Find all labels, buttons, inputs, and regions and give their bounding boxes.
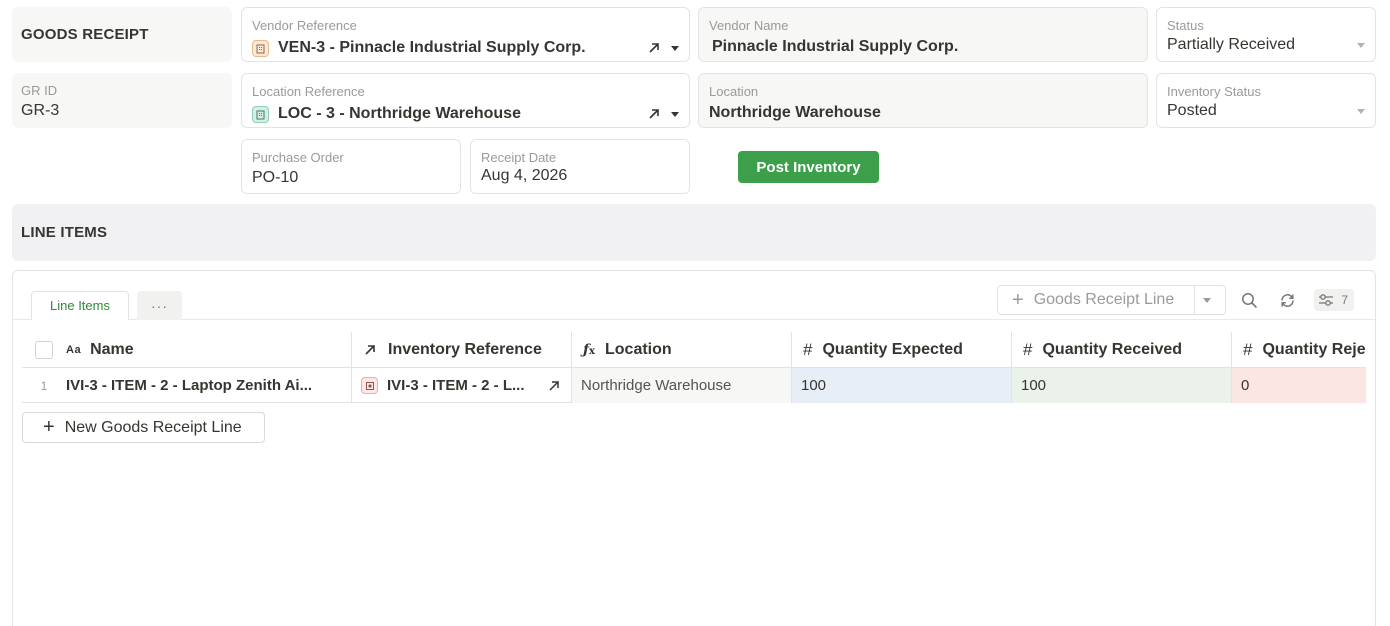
cell-location: Northridge Warehouse [572, 368, 792, 403]
refresh-icon[interactable] [1276, 289, 1298, 311]
gr-id-label: GR ID [21, 83, 58, 98]
gr-id-value: GR-3 [21, 102, 60, 119]
status-value: Partially Received [1167, 36, 1296, 53]
column-header-label: Inventory Reference [388, 341, 542, 358]
gr-id-field: GR ID GR-3 [12, 73, 232, 128]
relation-type-icon [365, 345, 375, 355]
chevron-down-icon[interactable] [1357, 43, 1365, 48]
column-header-quantity-received[interactable]: # Quantity Received [1012, 332, 1232, 368]
cell-quantity-expected[interactable]: 100 [792, 368, 1012, 403]
column-header-quantity-expected[interactable]: # Quantity Expected [792, 332, 1012, 368]
vendor-reference-field[interactable]: Vendor Reference VEN-3 - Pinnacle Indust… [241, 7, 690, 62]
tab-strip-divider [13, 319, 1375, 320]
location-value: Northridge Warehouse [709, 104, 881, 121]
sliders-icon [1319, 294, 1333, 306]
open-link-icon[interactable] [647, 41, 661, 55]
column-header-quantity-rejected[interactable]: # Quantity Reje [1232, 332, 1366, 368]
column-header-inventory-reference[interactable]: Inventory Reference [352, 332, 572, 368]
location-cell-value: Northridge Warehouse [581, 377, 732, 394]
open-link-icon[interactable] [548, 380, 560, 392]
number-type-icon: # [1023, 340, 1033, 359]
column-header-label: Quantity Received [1042, 341, 1183, 358]
inventory-item-icon [361, 377, 378, 394]
location-label: Location [709, 84, 759, 99]
vendor-name-field: Vendor Name Pinnacle Industrial Supply C… [698, 7, 1148, 62]
quantity-expected-value: 100 [801, 377, 827, 394]
goods-receipt-title: GOODS RECEIPT [21, 26, 149, 43]
vendor-name-label: Vendor Name [709, 18, 789, 33]
inventory-status-label: Inventory Status [1167, 84, 1261, 99]
status-select[interactable]: Status Partially Received [1156, 7, 1376, 62]
plus-icon: + [43, 416, 55, 438]
add-goods-receipt-line-main[interactable]: + Goods Receipt Line [998, 286, 1194, 314]
select-all-checkbox[interactable] [35, 341, 53, 359]
location-field: Location Northridge Warehouse [698, 73, 1148, 128]
row-index: 1 [40, 378, 48, 393]
column-header-label: Quantity Expected [822, 341, 963, 358]
status-label: Status [1167, 18, 1204, 33]
table-header-row: Aa Name Inventory Reference ƒx Location … [22, 332, 1366, 368]
add-line-dropdown[interactable] [1195, 286, 1226, 314]
goods-receipt-section-header: GOODS RECEIPT [12, 7, 232, 62]
cell-name[interactable]: 1 IVI-3 - ITEM - 2 - Laptop Zenith Ai... [22, 368, 352, 403]
receipt-date-value: Aug 4, 2026 [481, 167, 568, 184]
open-link-icon[interactable] [647, 107, 661, 121]
inventory-status-select[interactable]: Inventory Status Posted [1156, 73, 1376, 128]
number-type-icon: # [803, 340, 813, 359]
number-type-icon: # [1243, 340, 1253, 359]
formula-type-icon: ƒx [583, 342, 595, 358]
warehouse-icon [252, 106, 269, 123]
visible-fields-count: 7 [1341, 293, 1348, 307]
visible-fields-button[interactable]: 7 [1314, 289, 1354, 311]
line-items-section-header: LINE ITEMS [12, 204, 1376, 261]
vendor-reference-value[interactable]: VEN-3 - Pinnacle Industrial Supply Corp. [278, 39, 586, 57]
vendor-reference-label: Vendor Reference [252, 18, 357, 33]
new-goods-receipt-line-label: New Goods Receipt Line [64, 418, 242, 436]
tab-line-items[interactable]: Line Items [31, 291, 129, 320]
chevron-down-icon[interactable] [671, 46, 679, 51]
new-goods-receipt-line-button[interactable]: + New Goods Receipt Line [22, 412, 265, 443]
purchase-order-field[interactable]: Purchase Order PO-10 [241, 139, 461, 194]
column-header-label: Quantity Reje [1262, 341, 1366, 358]
quantity-received-value: 100 [1021, 377, 1047, 394]
inventory-status-value: Posted [1167, 102, 1217, 119]
line-items-title: LINE ITEMS [21, 224, 108, 241]
building-icon [252, 40, 269, 57]
chevron-down-icon [1203, 298, 1211, 303]
receipt-date-field[interactable]: Receipt Date Aug 4, 2026 [470, 139, 690, 194]
quantity-rejected-value: 0 [1241, 377, 1250, 394]
receipt-date-label: Receipt Date [481, 150, 557, 165]
plus-icon: + [1012, 288, 1024, 311]
column-header-name[interactable]: Aa Name [22, 332, 352, 368]
column-header-label: Location [605, 341, 672, 358]
line-items-table-container [12, 270, 1376, 626]
purchase-order-value: PO-10 [252, 169, 299, 186]
location-reference-value[interactable]: LOC - 3 - Northridge Warehouse [278, 105, 521, 123]
purchase-order-label: Purchase Order [252, 150, 344, 165]
chevron-down-icon[interactable] [1357, 109, 1365, 114]
cell-quantity-rejected[interactable]: 0 [1232, 368, 1366, 403]
add-goods-receipt-line-button[interactable]: + Goods Receipt Line [997, 285, 1226, 315]
location-reference-field[interactable]: Location Reference LOC - 3 - Northridge … [241, 73, 690, 128]
post-inventory-button[interactable]: Post Inventory [738, 151, 879, 183]
chevron-down-icon[interactable] [671, 112, 679, 117]
column-header-label: Name [90, 341, 134, 358]
location-reference-label: Location Reference [252, 84, 365, 99]
add-goods-receipt-line-label: Goods Receipt Line [1033, 291, 1175, 308]
search-icon[interactable] [1238, 289, 1260, 311]
cell-quantity-received[interactable]: 100 [1012, 368, 1232, 403]
vendor-name-value: Pinnacle Industrial Supply Corp. [712, 38, 959, 55]
table-row[interactable]: 1 IVI-3 - ITEM - 2 - Laptop Zenith Ai...… [22, 368, 1366, 403]
column-header-location[interactable]: ƒx Location [572, 332, 792, 368]
cell-inventory-reference[interactable]: IVI-3 - ITEM - 2 - L... [352, 368, 572, 403]
inventory-reference-value: IVI-3 - ITEM - 2 - L... [387, 377, 525, 394]
text-type-icon: Aa [66, 344, 82, 356]
row-name-value: IVI-3 - ITEM - 2 - Laptop Zenith Ai... [66, 377, 313, 394]
more-tabs-button[interactable]: ··· [137, 291, 182, 320]
